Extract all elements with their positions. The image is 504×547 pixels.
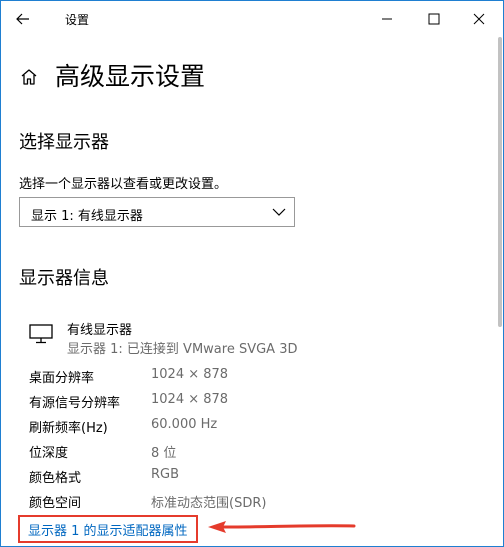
window-title: 设置 <box>65 13 90 27</box>
settings-window: 设置 高级显示设置 选择显示器 选择一个显示器以查看或更改设置。 显示 1: 有… <box>0 0 504 547</box>
info-label: 有源信号分辨率 <box>29 396 121 411</box>
info-value: 1024 × 878 <box>151 367 229 382</box>
display-name: 有线显示器 <box>67 323 133 338</box>
info-value: RGB <box>151 467 180 482</box>
info-label: 颜色格式 <box>29 471 82 486</box>
info-label: 刷新频率(Hz) <box>29 421 108 436</box>
info-label: 颜色空间 <box>29 496 82 511</box>
info-value: 8 位 <box>151 446 177 461</box>
display-adapter-properties-link[interactable]: 显示器 1 的显示适配器属性 <box>18 515 198 543</box>
scrollbar[interactable] <box>498 37 502 327</box>
chevron-down-icon <box>272 208 286 216</box>
display-select-dropdown[interactable]: 显示 1: 有线显示器 <box>19 197 295 227</box>
select-display-heading: 选择显示器 <box>19 132 109 153</box>
close-icon[interactable] <box>464 4 494 34</box>
page-title: 高级显示设置 <box>55 62 206 91</box>
maximize-icon[interactable] <box>419 4 449 34</box>
info-label: 桌面分辨率 <box>29 371 95 386</box>
info-value: 60.000 Hz <box>151 417 218 432</box>
home-icon[interactable] <box>19 67 39 87</box>
display-connection: 显示器 1: 已连接到 VMware SVGA 3D <box>67 342 298 357</box>
minimize-icon[interactable] <box>372 4 402 34</box>
monitor-icon <box>29 324 53 344</box>
dropdown-selected-value: 显示 1: 有线显示器 <box>31 209 143 224</box>
select-display-description: 选择一个显示器以查看或更改设置。 <box>19 177 228 192</box>
info-value: 标准动态范围(SDR) <box>151 496 267 511</box>
title-bar: 设置 <box>1 1 503 37</box>
info-label: 位深度 <box>29 446 69 461</box>
annotation-arrow <box>208 521 356 533</box>
display-info-heading: 显示器信息 <box>19 268 109 289</box>
back-arrow-icon[interactable] <box>11 7 35 31</box>
info-value: 1024 × 878 <box>151 392 229 407</box>
